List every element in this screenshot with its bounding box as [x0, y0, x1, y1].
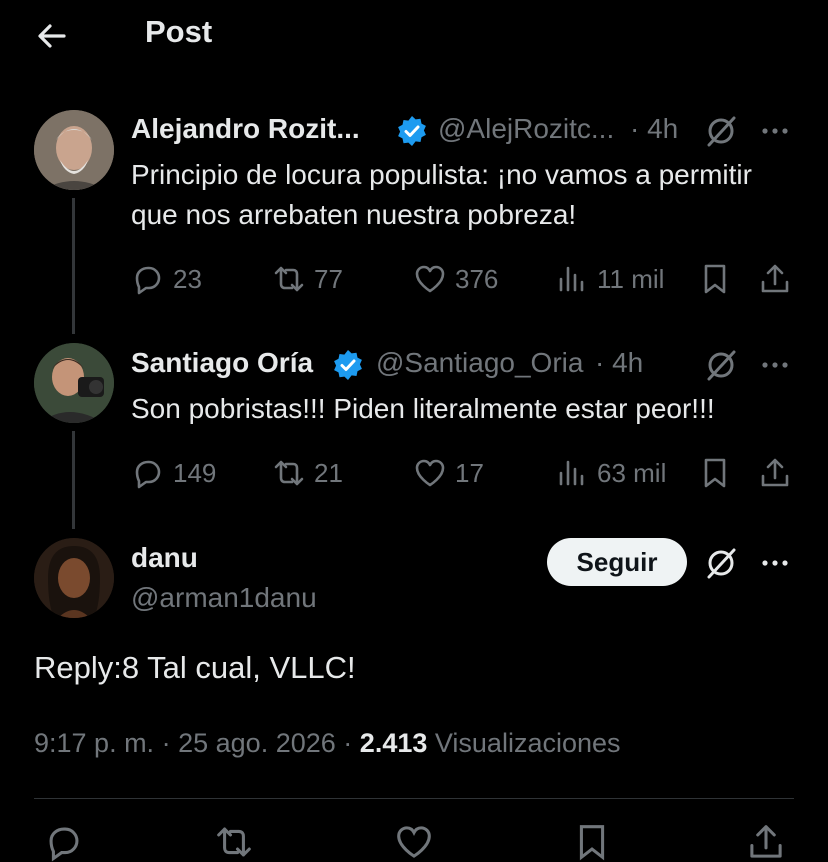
views-icon	[559, 460, 584, 486]
reply-icon	[135, 266, 161, 295]
page-title: Post	[145, 14, 213, 49]
post-time: · 4h	[630, 113, 679, 144]
avatar[interactable]	[34, 343, 114, 423]
repost-icon	[274, 460, 304, 486]
views-count: 63 mil	[597, 457, 667, 488]
meta-separator: ·	[161, 728, 171, 758]
views-count: 11 mil	[597, 263, 665, 294]
author-handle[interactable]: @AlejRozitc...	[438, 113, 614, 145]
like-button[interactable]: 376	[413, 262, 498, 296]
back-button[interactable]	[34, 18, 70, 54]
follow-button[interactable]: Seguir	[547, 538, 687, 586]
repost-icon	[274, 266, 304, 292]
reply-count: 149	[173, 457, 217, 488]
main-post-text: Reply:8 Tal cual, VLLC!	[34, 650, 356, 685]
post-time: · 4h	[595, 347, 644, 378]
reply-button[interactable]: 149	[131, 456, 216, 490]
author-name[interactable]: Santiago Oría	[131, 347, 313, 379]
reply-icon	[135, 460, 161, 489]
post-text: Principio de locura populista: ¡no vamos…	[131, 159, 752, 230]
like-count: 17	[455, 457, 484, 488]
post-date: 25 ago. 2026	[178, 728, 336, 758]
divider	[34, 798, 794, 799]
reply-count: 23	[173, 263, 202, 294]
meta-separator: ·	[343, 728, 353, 758]
grok-icon[interactable]	[704, 348, 738, 382]
author-name[interactable]: Alejandro Rozit...	[131, 113, 360, 145]
thread-line	[72, 431, 75, 529]
views-icon	[559, 266, 584, 292]
thread-line	[72, 198, 75, 334]
views-button[interactable]: 63 mil	[555, 456, 666, 490]
views-button[interactable]: 11 mil	[555, 262, 664, 296]
repost-icon[interactable]	[214, 822, 254, 862]
share-icon[interactable]	[746, 822, 786, 862]
repost-button[interactable]: 21	[272, 456, 343, 490]
more-icon[interactable]	[758, 348, 792, 382]
grok-icon[interactable]	[704, 546, 738, 580]
like-count: 376	[455, 263, 499, 294]
grok-icon[interactable]	[704, 114, 738, 148]
author-handle[interactable]: @arman1danu	[131, 582, 317, 614]
avatar-image	[34, 110, 114, 190]
repost-count: 77	[314, 263, 343, 294]
views-total: 2.413	[359, 728, 428, 758]
post-meta: 9:17 p. m. · 25 ago. 2026 · 2.413 Visual…	[34, 728, 621, 759]
repost-button[interactable]: 77	[272, 262, 343, 296]
avatar-image	[34, 538, 114, 618]
like-icon	[415, 459, 445, 487]
author-handle[interactable]: @Santiago_Oria	[376, 347, 583, 379]
avatar[interactable]	[34, 110, 114, 190]
bookmark-icon[interactable]	[572, 822, 612, 862]
verified-badge-icon	[334, 350, 362, 380]
bookmark-icon[interactable]	[698, 262, 732, 296]
avatar-image	[34, 343, 114, 423]
more-icon[interactable]	[758, 114, 792, 148]
more-icon[interactable]	[758, 546, 792, 580]
bookmark-icon[interactable]	[698, 456, 732, 490]
views-label: Visualizaciones	[434, 728, 621, 758]
back-arrow-icon	[38, 24, 66, 48]
share-icon[interactable]	[758, 262, 792, 296]
avatar[interactable]	[34, 538, 114, 618]
repost-count: 21	[314, 457, 343, 488]
share-icon[interactable]	[758, 456, 792, 490]
like-icon[interactable]	[394, 822, 434, 862]
reply-button[interactable]: 23	[131, 262, 202, 296]
like-button[interactable]: 17	[413, 456, 484, 490]
post-text: Son pobristas!!! Piden literalmente esta…	[131, 393, 715, 424]
like-icon	[415, 265, 445, 293]
author-name[interactable]: danu	[131, 542, 198, 574]
verified-badge-icon	[398, 116, 426, 146]
reply-icon[interactable]	[44, 822, 84, 862]
post-time: 9:17 p. m.	[34, 728, 155, 758]
